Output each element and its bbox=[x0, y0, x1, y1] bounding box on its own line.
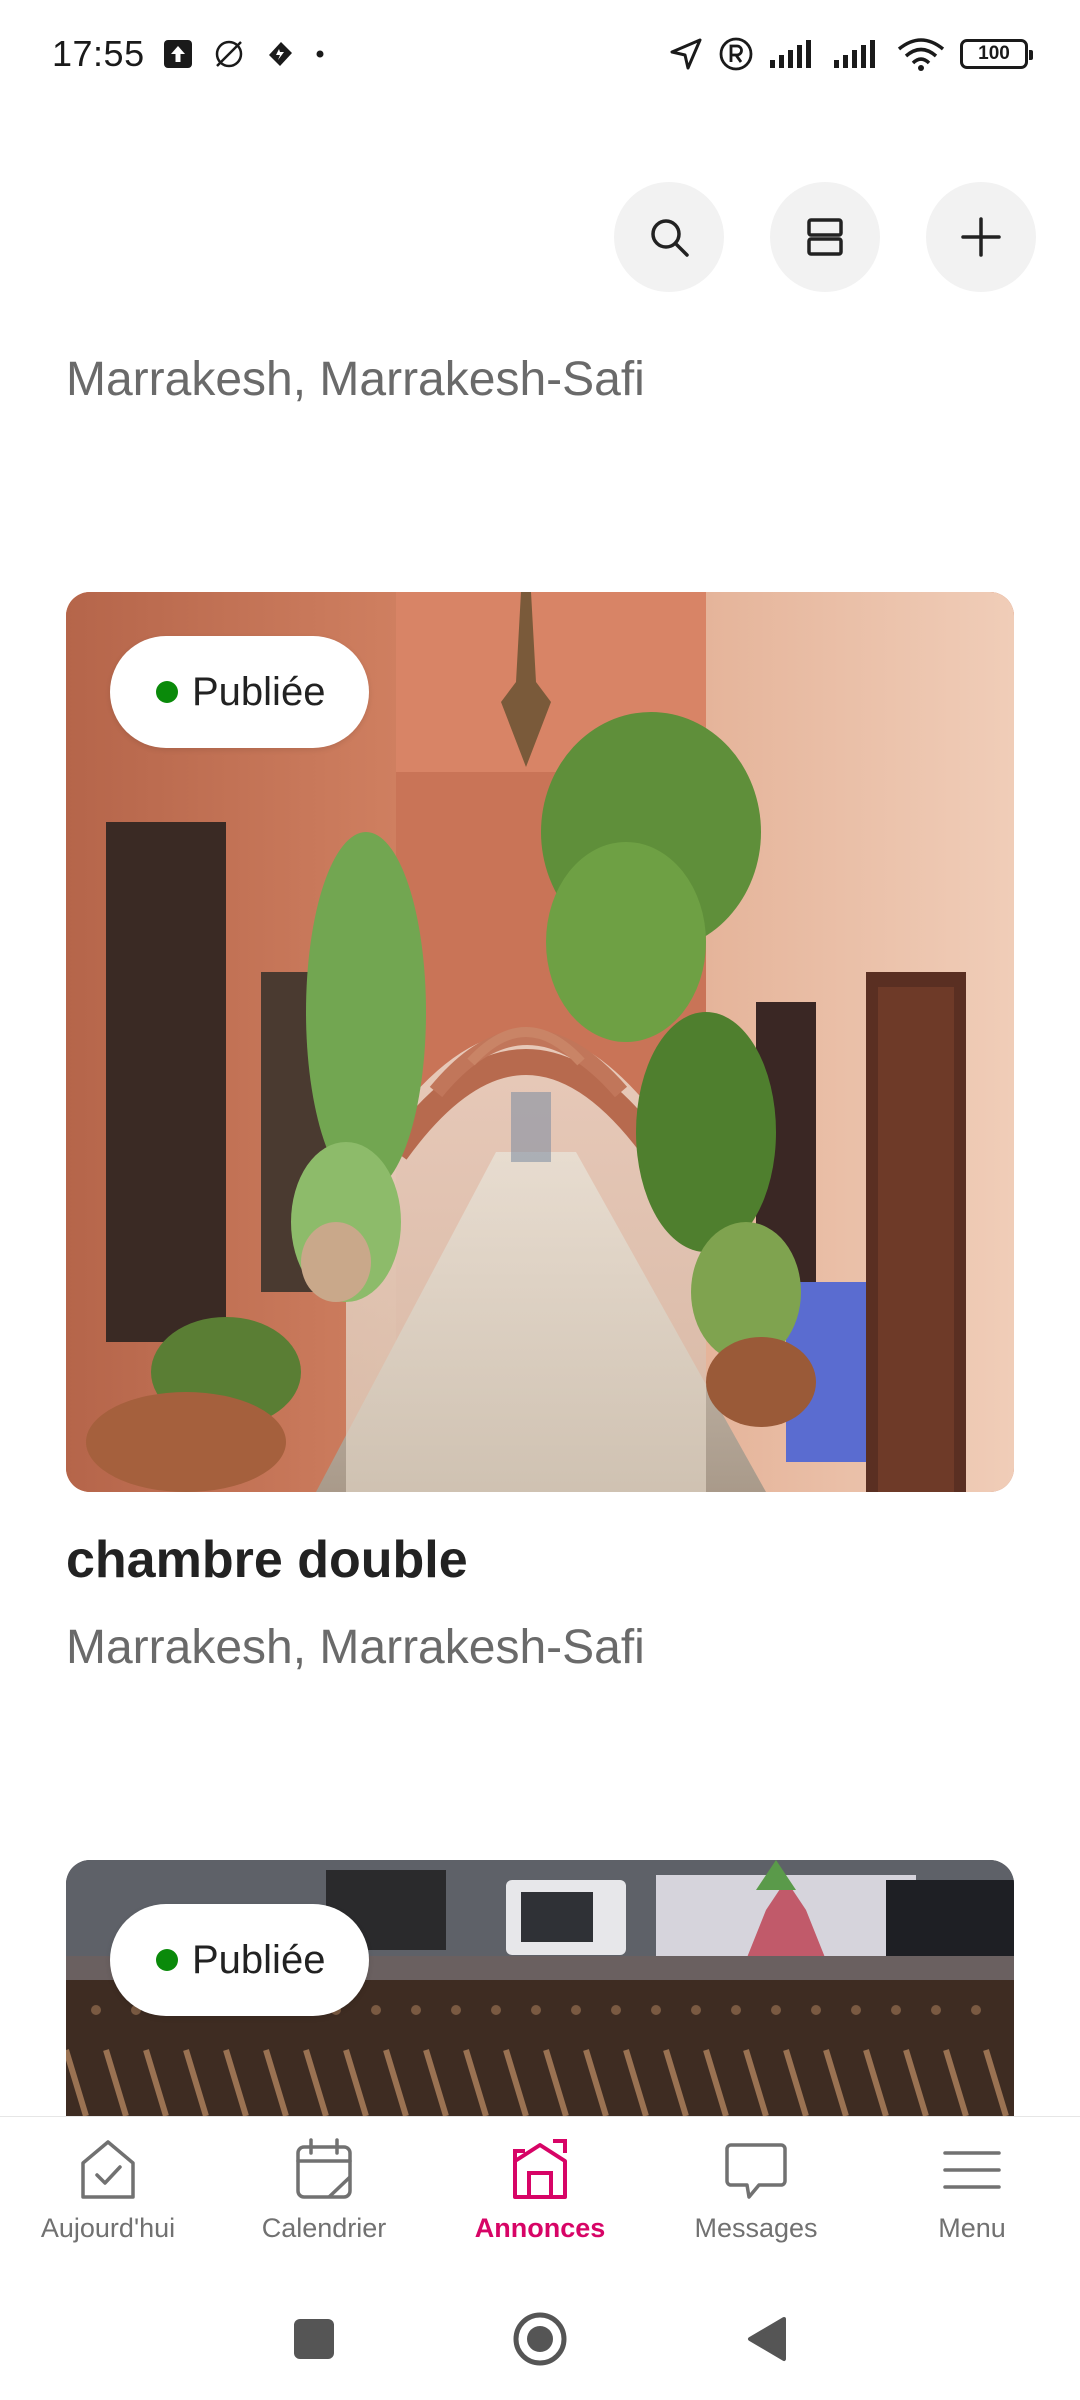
nav-item-today[interactable]: Aujourd'hui bbox=[0, 2117, 216, 2278]
status-time: 17:55 bbox=[52, 33, 145, 74]
signal-icon-2 bbox=[832, 38, 882, 70]
calendar-icon bbox=[296, 2138, 352, 2199]
nav-item-menu[interactable]: Menu bbox=[864, 2117, 1080, 2278]
location-arrow-icon bbox=[668, 36, 704, 72]
nav-item-listings[interactable]: Annonces bbox=[432, 2117, 648, 2278]
square-icon bbox=[294, 2319, 334, 2359]
chat-bubble-icon bbox=[725, 2143, 787, 2199]
recent-apps-button[interactable] bbox=[292, 2317, 336, 2361]
nav-label: Menu bbox=[938, 2213, 1006, 2243]
published-dot bbox=[156, 681, 178, 703]
notification-dot-icon bbox=[313, 47, 327, 61]
status-label: Publiée bbox=[192, 1937, 326, 1982]
nav-label: Calendrier bbox=[261, 2213, 387, 2243]
nav-label: Messages bbox=[694, 2213, 818, 2243]
listing-card[interactable]: Publiée bbox=[66, 1860, 1014, 2116]
sync-off-icon bbox=[211, 38, 247, 70]
back-button[interactable] bbox=[744, 2315, 788, 2363]
plus-icon bbox=[961, 217, 1001, 257]
roaming-icon bbox=[718, 36, 754, 72]
battery-icon: 100 bbox=[960, 39, 1033, 69]
search-button[interactable] bbox=[614, 182, 724, 292]
home-button[interactable] bbox=[512, 2311, 568, 2367]
bottom-navigation: Aujourd'hui Calendrier Annonces Messages… bbox=[0, 2116, 1080, 2278]
system-navigation-bar bbox=[0, 2278, 1080, 2400]
status-badge: Publiée bbox=[110, 636, 370, 748]
signal-icon bbox=[768, 38, 818, 70]
menu-icon bbox=[943, 2151, 1001, 2189]
nav-label: Aujourd'hui bbox=[40, 2213, 176, 2243]
listing-location: Marrakesh, Marrakesh-Safi bbox=[66, 353, 645, 406]
view-toggle-button[interactable] bbox=[770, 182, 880, 292]
battery-level: 100 bbox=[978, 43, 1010, 64]
wifi-icon bbox=[896, 37, 946, 71]
add-listing-button[interactable] bbox=[926, 182, 1036, 292]
search-icon bbox=[651, 219, 689, 257]
listings-house-icon bbox=[513, 2139, 567, 2199]
today-check-icon bbox=[81, 2140, 135, 2199]
status-label: Publiée bbox=[192, 669, 326, 714]
listing-card[interactable]: Publiée bbox=[66, 592, 1014, 1492]
status-bar: 17:55 100 bbox=[0, 0, 1080, 108]
published-dot bbox=[156, 1949, 178, 1971]
back-triangle-icon bbox=[748, 2317, 786, 2361]
list-view-icon bbox=[807, 218, 843, 256]
status-badge: Publiée bbox=[110, 1904, 370, 2016]
listing-location: Marrakesh, Marrakesh-Safi bbox=[66, 1621, 645, 1674]
nav-item-messages[interactable]: Messages bbox=[648, 2117, 864, 2278]
listing-title[interactable]: chambre double bbox=[66, 1530, 468, 1590]
home-circle-icon bbox=[513, 2312, 567, 2366]
bolt-badge-icon bbox=[265, 39, 295, 69]
top-actions bbox=[614, 182, 1036, 292]
nav-item-calendar[interactable]: Calendrier bbox=[216, 2117, 432, 2278]
upload-icon bbox=[163, 39, 193, 69]
nav-label: Annonces bbox=[474, 2213, 606, 2243]
